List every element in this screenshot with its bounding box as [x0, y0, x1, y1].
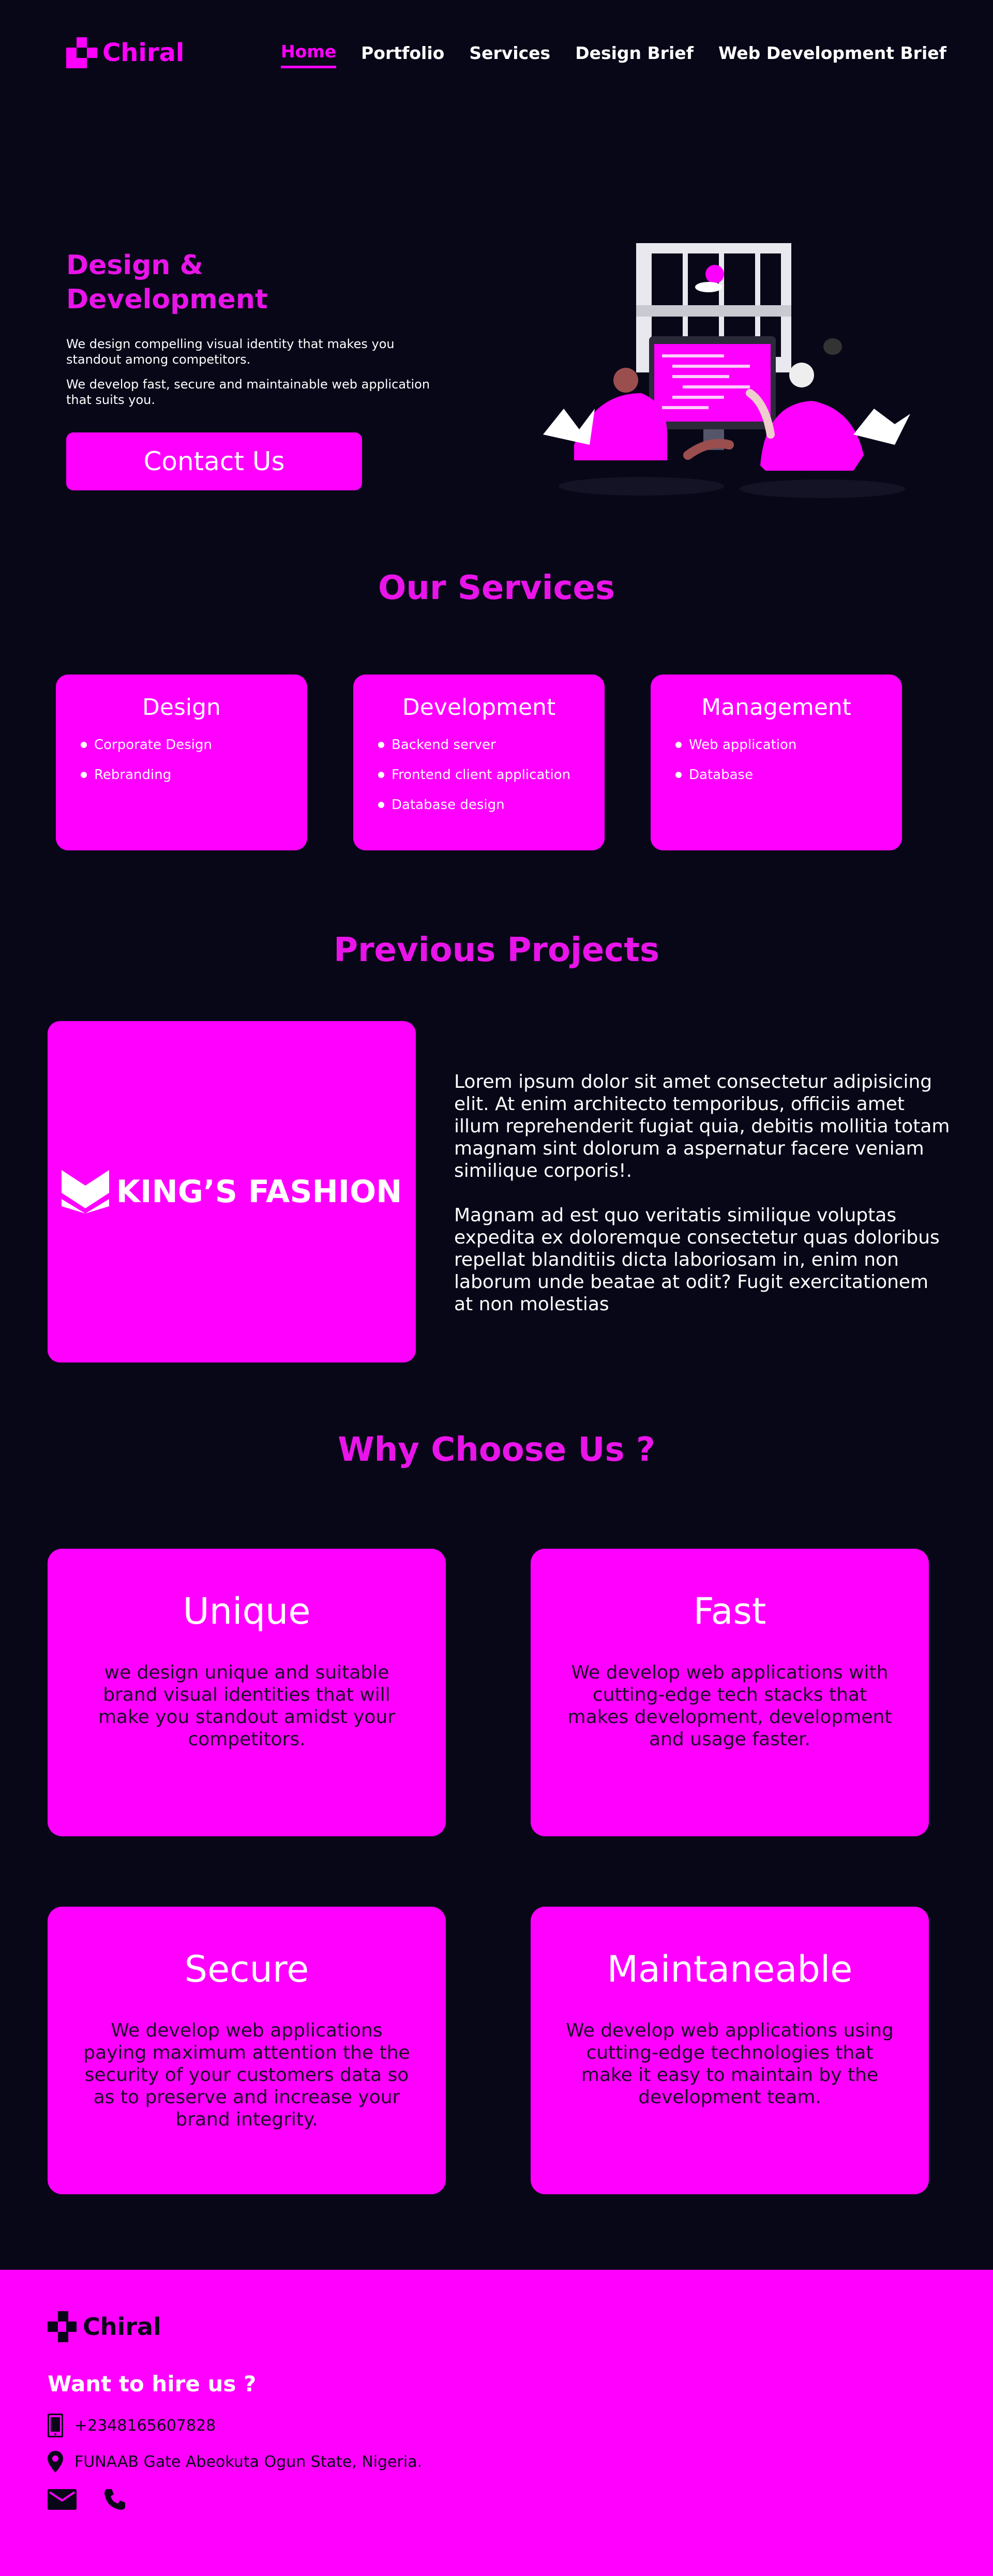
list-item: Rebranding [81, 766, 307, 784]
location-icon [48, 2451, 63, 2473]
telephone-icon[interactable] [102, 2487, 127, 2512]
contact-us-button[interactable]: Contact Us [66, 432, 362, 490]
why-card-text: we design unique and suitable brand visu… [98, 1662, 396, 1750]
project-name: KING’S FASHION [116, 1174, 402, 1210]
hero-illustration [543, 243, 910, 498]
hire-us-title: Want to hire us ? [48, 2371, 257, 2397]
service-card-title: Development [402, 694, 556, 721]
brand-logo[interactable]: Chiral [66, 31, 184, 74]
hero-paragraph-design: We design compelling visual identity tha… [66, 337, 395, 367]
why-card-fast: Fast We develop web applications with cu… [531, 1549, 929, 1836]
services-title: Our Services [378, 569, 615, 607]
why-card-maintaneable: Maintaneable We develop web applications… [531, 1907, 929, 2194]
footer-contact-icons [48, 2487, 127, 2512]
service-card-management: Management Web application Database [651, 675, 902, 850]
footer-address: FUNAAB Gate Abeokuta Ogun State, Nigeria… [48, 2451, 422, 2473]
phone-number[interactable]: +2348165607828 [74, 2417, 216, 2435]
address-text: FUNAAB Gate Abeokuta Ogun State, Nigeria… [74, 2452, 423, 2471]
projects-title: Previous Projects [334, 931, 659, 969]
list-item: Database [675, 766, 902, 784]
nav-design-brief[interactable]: Design Brief [575, 43, 694, 67]
footer-brand-name: Chiral [83, 2313, 161, 2341]
nav-services[interactable]: Services [469, 43, 550, 67]
project-paragraph: Lorem ipsum dolor sit amet consectetur a… [454, 1071, 950, 1181]
nav-home[interactable]: Home [281, 41, 337, 68]
service-list: Backend server Frontend client applicati… [353, 736, 605, 814]
mail-icon[interactable] [48, 2489, 77, 2510]
why-card-title: Secure [184, 1948, 309, 1990]
service-card-development: Development Backend server Frontend clie… [353, 675, 605, 850]
service-card-design: Design Corporate Design Rebranding [56, 675, 307, 850]
logo-mark-icon [48, 2305, 77, 2348]
nav-portfolio[interactable]: Portfolio [361, 43, 444, 67]
why-card-unique: Unique we design unique and suitable bra… [48, 1549, 446, 1836]
footer-logo[interactable]: Chiral [48, 2305, 161, 2348]
page: Chiral Home Portfolio Services Design Br… [0, 0, 993, 2576]
hero-paragraph-develop: We develop fast, secure and maintainable… [66, 377, 430, 407]
list-item: Database design [378, 796, 605, 814]
service-card-title: Management [701, 694, 851, 721]
list-item: Corporate Design [81, 736, 307, 754]
why-card-text: We develop web applications paying maxim… [83, 2020, 410, 2130]
project-description: Lorem ipsum dolor sit amet consectetur a… [454, 1071, 951, 1315]
project-paragraph: Magnam ad est quo veritatis similique vo… [454, 1205, 940, 1315]
service-list: Web application Database [651, 736, 902, 784]
nav-web-development-brief[interactable]: Web Development Brief [718, 43, 946, 67]
hero-title: Design & Development [66, 250, 268, 315]
service-card-title: Design [142, 694, 221, 721]
main-nav: Home Portfolio Services Design Brief Web… [281, 41, 946, 68]
footer: Chiral Want to hire us ? +2348165607828 … [0, 2270, 993, 2576]
why-card-title: Maintaneable [607, 1948, 853, 1990]
list-item: Web application [675, 736, 902, 754]
logo-mark-icon [66, 31, 97, 74]
why-card-text: We develop web applications using cuttin… [566, 2020, 894, 2108]
list-item: Frontend client application [378, 766, 605, 784]
crown-chevron-icon [61, 1170, 109, 1214]
brand-name: Chiral [102, 38, 185, 67]
footer-phone: +2348165607828 [48, 2414, 216, 2437]
project-card-kings-fashion[interactable]: KING’S FASHION [48, 1021, 416, 1362]
list-item: Backend server [378, 736, 605, 754]
why-card-title: Fast [693, 1590, 766, 1633]
why-card-title: Unique [183, 1590, 311, 1633]
why-title: Why Choose Us ? [338, 1431, 655, 1469]
service-list: Corporate Design Rebranding [56, 736, 307, 784]
why-card-secure: Secure We develop web applications payin… [48, 1907, 446, 2194]
phone-icon [48, 2414, 63, 2437]
why-card-text: We develop web applications with cutting… [567, 1662, 892, 1750]
